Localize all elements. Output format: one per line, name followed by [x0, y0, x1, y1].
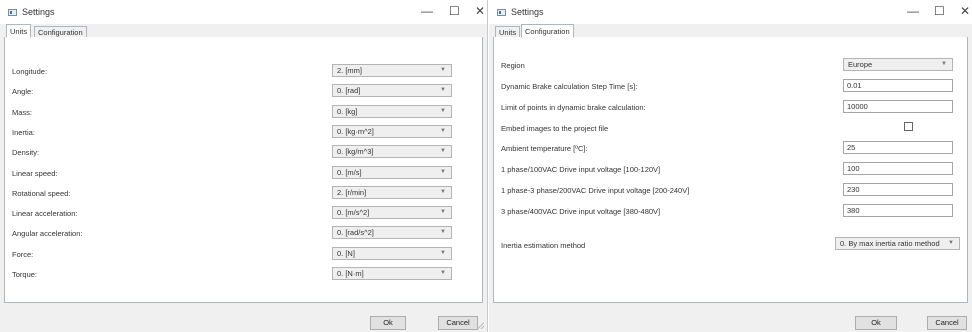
chevron-down-icon: ▼ — [440, 188, 446, 195]
unit-select[interactable]: 0. [kg] ▼ — [332, 104, 452, 118]
voltage-400-label: 3 phase/400VAC Drive input voltage [380-… — [501, 207, 661, 216]
settings-window-configuration: Settings — ☐ ✕ Units Configuration Regio… — [489, 0, 972, 332]
resize-grip[interactable] — [477, 322, 484, 329]
chevron-down-icon: ▼ — [440, 249, 446, 256]
unit-row-label: Force: — [12, 249, 34, 259]
unit-row-label: Inertia: — [12, 127, 35, 137]
cancel-button[interactable]: Cancel — [438, 316, 478, 330]
unit-select-value: 2. [mm] — [337, 66, 363, 75]
unit-row-label: Longitude: — [12, 67, 48, 76]
inertia-method-select[interactable]: 0. By max inertia ratio method ▼ — [835, 237, 960, 250]
unit-select-value: 0. [N·m] — [337, 269, 364, 278]
inertia-method-value: 0. By max inertia ratio method — [840, 239, 940, 248]
close-button[interactable]: ✕ — [960, 5, 970, 17]
tab-bar: Units Configuration — [4, 24, 483, 38]
unit-select[interactable]: 0. [m/s^2] ▼ — [332, 206, 452, 220]
ok-button[interactable]: Ok — [370, 316, 406, 330]
chevron-down-icon: ▼ — [440, 270, 446, 276]
voltage-200-input[interactable]: 230 — [843, 183, 953, 196]
embed-images-label: Embed images to the project file — [501, 124, 609, 133]
unit-select[interactable]: 0. [m/s] ▼ — [332, 165, 452, 179]
region-select[interactable]: Europe ▼ — [843, 58, 953, 71]
chevron-down-icon: ▼ — [440, 87, 446, 94]
ok-button[interactable]: Ok — [855, 316, 897, 330]
close-button[interactable]: ✕ — [475, 5, 485, 17]
unit-select[interactable]: 0. [kg·m^2] ▼ — [332, 124, 452, 138]
unit-select-value: 0. [kg·m^2] — [337, 126, 374, 136]
chevron-down-icon: ▼ — [440, 168, 446, 175]
unit-row-label: Mass: — [12, 107, 33, 117]
unit-select[interactable]: 0. [N·m] ▼ — [332, 267, 452, 280]
unit-select[interactable]: 0. [rad/s^2] ▼ — [332, 226, 452, 240]
maximize-button[interactable]: ☐ — [934, 5, 945, 17]
app-icon — [497, 9, 506, 16]
chevron-down-icon: ▼ — [440, 229, 446, 236]
chevron-down-icon: ▼ — [440, 127, 446, 134]
ambient-temp-label: Ambient temperature [ºC]: — [501, 144, 588, 153]
maximize-button[interactable]: ☐ — [449, 5, 460, 17]
tab-units[interactable]: Units — [6, 24, 32, 38]
unit-select-value: 0. [kg/m^3] — [337, 147, 374, 157]
unit-row-label: Density: — [12, 148, 40, 158]
settings-window-units: Settings — ☐ ✕ Units Configuration Longi… — [0, 0, 488, 332]
window-title: Settings — [22, 7, 55, 17]
unit-select-value: 0. [rad] — [337, 86, 361, 96]
step-time-label: Dynamic Brake calculation Step Time [s]: — [501, 82, 638, 91]
unit-select[interactable]: 2. [r/min] ▼ — [332, 185, 452, 199]
cancel-button[interactable]: Cancel — [927, 316, 967, 330]
unit-row-label: Linear acceleration: — [12, 209, 78, 219]
limit-points-input[interactable]: 10000 — [843, 100, 953, 113]
app-icon — [8, 9, 17, 16]
unit-select-value: 0. [N] — [337, 248, 355, 258]
chevron-down-icon: ▼ — [440, 148, 446, 155]
region-label: Region — [501, 61, 525, 70]
unit-row-label: Linear speed: — [12, 168, 58, 178]
unit-row-label: Torque: — [12, 270, 38, 279]
embed-images-checkbox[interactable] — [904, 122, 913, 131]
unit-select[interactable]: 0. [kg/m^3] ▼ — [332, 145, 452, 159]
voltage-100-label: 1 phase/100VAC Drive input voltage [100-… — [501, 165, 661, 174]
title-bar[interactable]: Settings — ☐ ✕ — [0, 0, 487, 24]
step-time-input[interactable]: 0.01 — [843, 79, 953, 92]
unit-select-value: 0. [rad/s^2] — [337, 228, 374, 238]
inertia-method-label: Inertia estimation method — [501, 241, 586, 250]
chevron-down-icon: ▼ — [440, 209, 446, 216]
tab-configuration[interactable]: Configuration — [521, 24, 574, 38]
minimize-button[interactable]: — — [421, 5, 433, 17]
unit-select[interactable]: 0. [rad] ▼ — [332, 84, 452, 98]
title-bar[interactable]: Settings — ☐ ✕ — [489, 0, 972, 24]
unit-select[interactable]: 2. [mm] ▼ — [332, 64, 452, 77]
voltage-200-label: 1 phase-3 phase/200VAC Drive input volta… — [501, 186, 690, 195]
unit-select-value: 0. [m/s] — [337, 167, 362, 177]
units-panel: Longitude: 2. [mm] ▼ Angle: 0. [rad] ▼ Mass: 0.… — [4, 37, 483, 303]
unit-row-label: Rotational speed: — [12, 188, 71, 198]
window-title: Settings — [511, 7, 544, 17]
chevron-down-icon: ▼ — [440, 107, 446, 114]
chevron-down-icon: ▼ — [440, 67, 446, 73]
unit-row-label: Angular acceleration: — [12, 229, 83, 239]
ambient-temp-input[interactable]: 25 — [843, 141, 953, 154]
tab-bar: Units Configuration — [493, 24, 968, 38]
unit-select-value: 2. [r/min] — [337, 187, 367, 197]
unit-select[interactable]: 0. [N] ▼ — [332, 246, 452, 260]
unit-row-label: Angle: — [12, 87, 34, 97]
voltage-100-input[interactable]: 100 — [843, 162, 953, 175]
unit-select-value: 0. [kg] — [337, 106, 358, 116]
chevron-down-icon: ▼ — [948, 240, 954, 246]
chevron-down-icon: ▼ — [941, 61, 947, 67]
region-value: Europe — [848, 60, 873, 69]
minimize-button[interactable]: — — [907, 5, 919, 17]
configuration-panel: Region Europe ▼ Dynamic Brake calculatio… — [493, 37, 968, 303]
unit-select-value: 0. [m/s^2] — [337, 208, 370, 218]
limit-points-label: Limit of points in dynamic brake calcula… — [501, 103, 646, 112]
voltage-400-input[interactable]: 380 — [843, 204, 953, 217]
